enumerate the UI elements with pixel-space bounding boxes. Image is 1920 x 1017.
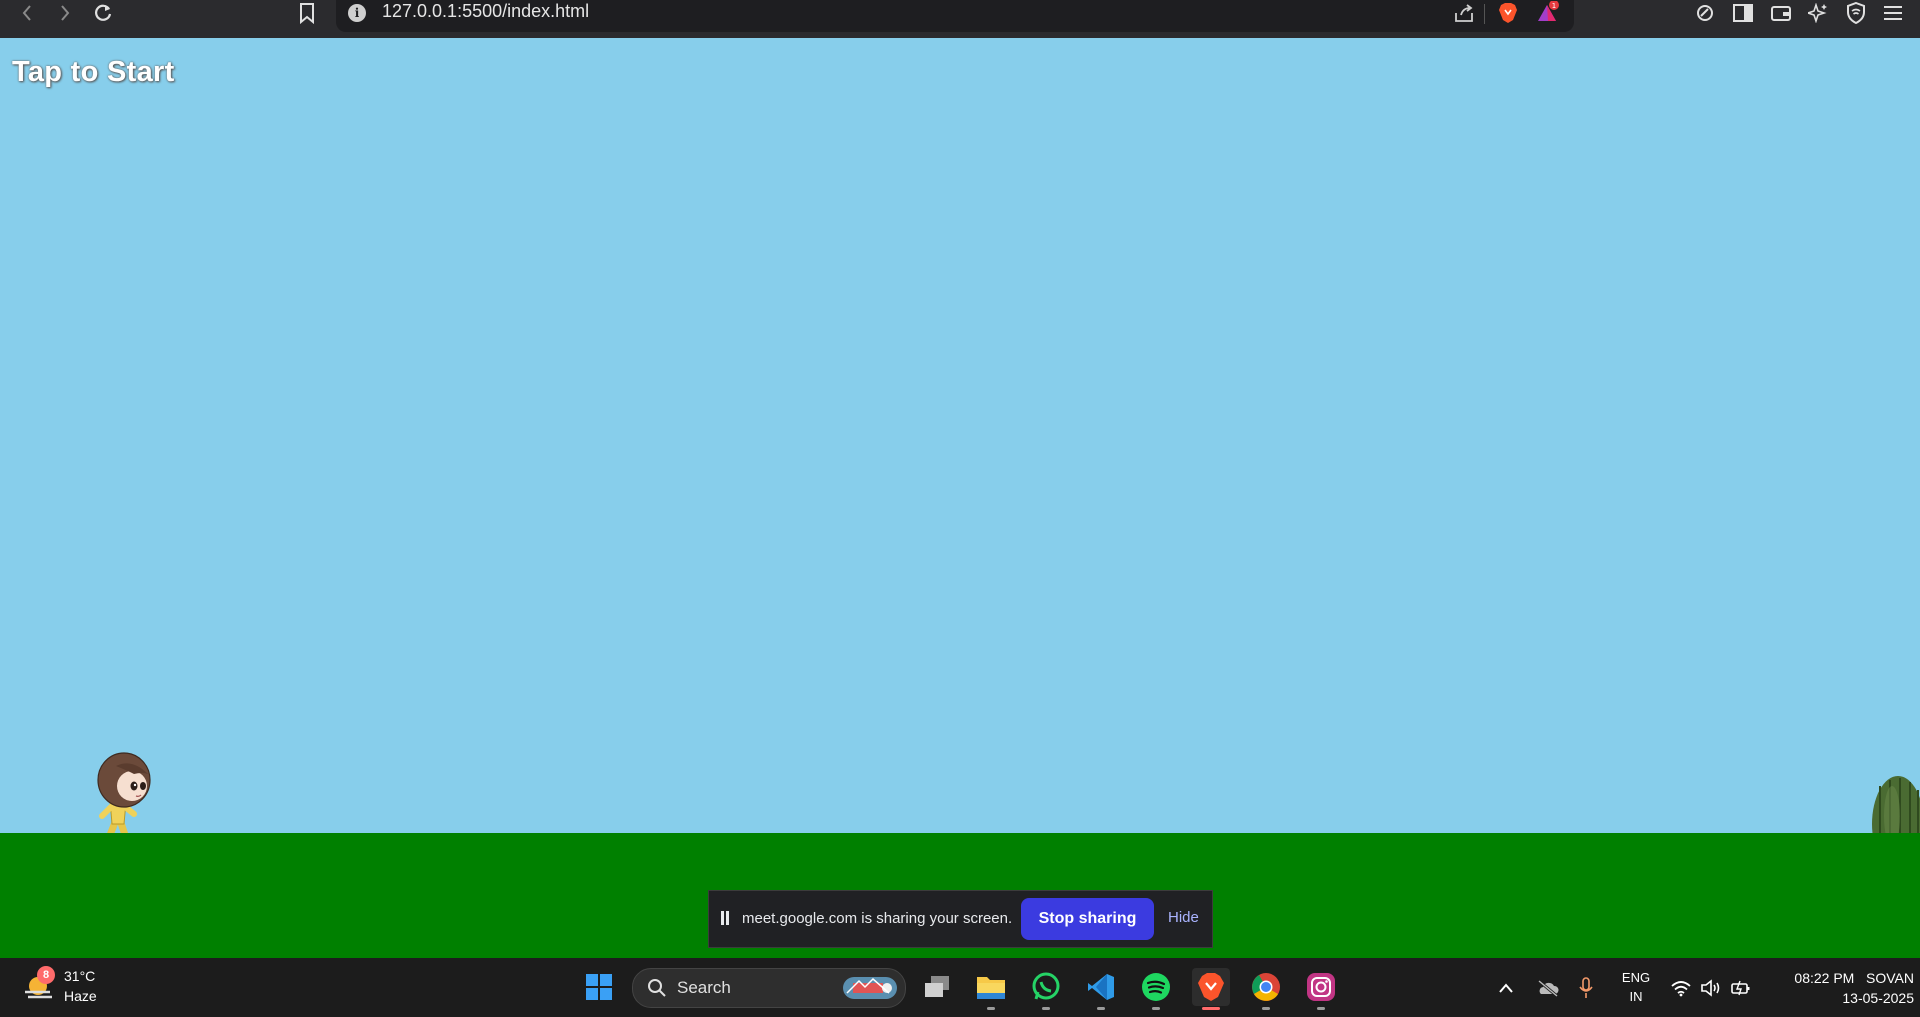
chrome-icon[interactable] [1247, 968, 1285, 1010]
url-separator [1484, 4, 1485, 24]
tap-to-start-text[interactable]: Tap to Start [12, 56, 175, 89]
input-language[interactable]: ENG IN [1616, 968, 1656, 1006]
hide-button[interactable]: Hide [1168, 909, 1199, 926]
url-text[interactable]: 127.0.0.1:5500/index.html [382, 1, 589, 22]
brave-browser-icon[interactable] [1192, 968, 1230, 1010]
ai-sparkle-icon[interactable] [1803, 0, 1833, 26]
running-indicator [1097, 1007, 1105, 1010]
start-button[interactable] [580, 968, 618, 1006]
stop-sharing-button[interactable]: Stop sharing [1021, 898, 1154, 940]
search-icon [648, 979, 666, 997]
site-info-icon[interactable]: i [348, 4, 366, 22]
taskbar: 8 31°C Haze Search ENG IN 08:22 PM SOVAN… [0, 958, 1920, 1017]
search-label: Search [677, 978, 731, 997]
sidebar-icon[interactable] [1728, 0, 1758, 26]
clock[interactable]: 08:22 PM SOVAN 13-05-2025 [1764, 968, 1914, 1008]
menu-icon[interactable] [1878, 0, 1908, 26]
user-name: SOVAN [1866, 970, 1914, 986]
bookmark-icon[interactable] [292, 0, 322, 26]
task-view-icon[interactable] [918, 968, 956, 1006]
onedrive-offline-icon[interactable] [1534, 958, 1562, 1017]
share-message: meet.google.com is sharing your screen. [742, 910, 1013, 927]
running-indicator [1042, 1007, 1050, 1010]
address-bar[interactable]: i 127.0.0.1:5500/index.html 1 [336, 0, 1574, 32]
volume-icon[interactable] [1698, 958, 1724, 1017]
leo-icon[interactable] [1690, 0, 1720, 26]
show-hidden-icons-icon[interactable] [1494, 958, 1518, 1017]
wifi-icon[interactable] [1668, 958, 1694, 1017]
language-code: ENG [1621, 970, 1651, 985]
battery-charging-icon[interactable] [1728, 958, 1754, 1017]
running-indicator [1152, 1007, 1160, 1010]
browser-toolbar: i 127.0.0.1:5500/index.html 1 [0, 0, 1920, 38]
brave-rewards-icon[interactable]: 1 [1534, 0, 1562, 26]
file-explorer-icon[interactable] [972, 968, 1010, 1010]
vpn-shield-icon[interactable] [1841, 0, 1871, 26]
svg-text:1: 1 [1552, 2, 1556, 10]
screen-share-bar: meet.google.com is sharing your screen. … [708, 890, 1213, 948]
weather-badge: 8 [37, 966, 55, 984]
search-highlight-icon [843, 977, 897, 999]
taskbar-search[interactable]: Search [632, 968, 906, 1008]
region-code: IN [1629, 989, 1643, 1004]
instagram-icon[interactable] [1302, 968, 1340, 1010]
forward-icon[interactable] [50, 0, 80, 26]
clock-date: 13-05-2025 [1842, 990, 1914, 1006]
reload-icon[interactable] [88, 0, 118, 26]
drag-handle-icon[interactable] [721, 911, 731, 927]
whatsapp-icon[interactable] [1027, 968, 1065, 1010]
running-indicator [1262, 1007, 1270, 1010]
brave-shields-icon[interactable] [1494, 0, 1522, 26]
vscode-icon[interactable] [1082, 968, 1120, 1010]
running-indicator [1317, 1007, 1325, 1010]
active-indicator [1202, 1007, 1220, 1010]
running-indicator [987, 1007, 995, 1010]
weather-temperature[interactable]: 31°C [64, 968, 95, 984]
share-icon[interactable] [1450, 0, 1478, 26]
wallet-icon[interactable] [1766, 0, 1796, 26]
clock-time: 08:22 PM [1794, 970, 1855, 986]
game-canvas[interactable]: Tap to Start [0, 38, 1920, 958]
microphone-icon[interactable] [1574, 958, 1598, 1017]
back-icon[interactable] [12, 0, 42, 26]
weather-condition[interactable]: Haze [64, 988, 97, 1004]
spotify-icon[interactable] [1137, 968, 1175, 1010]
